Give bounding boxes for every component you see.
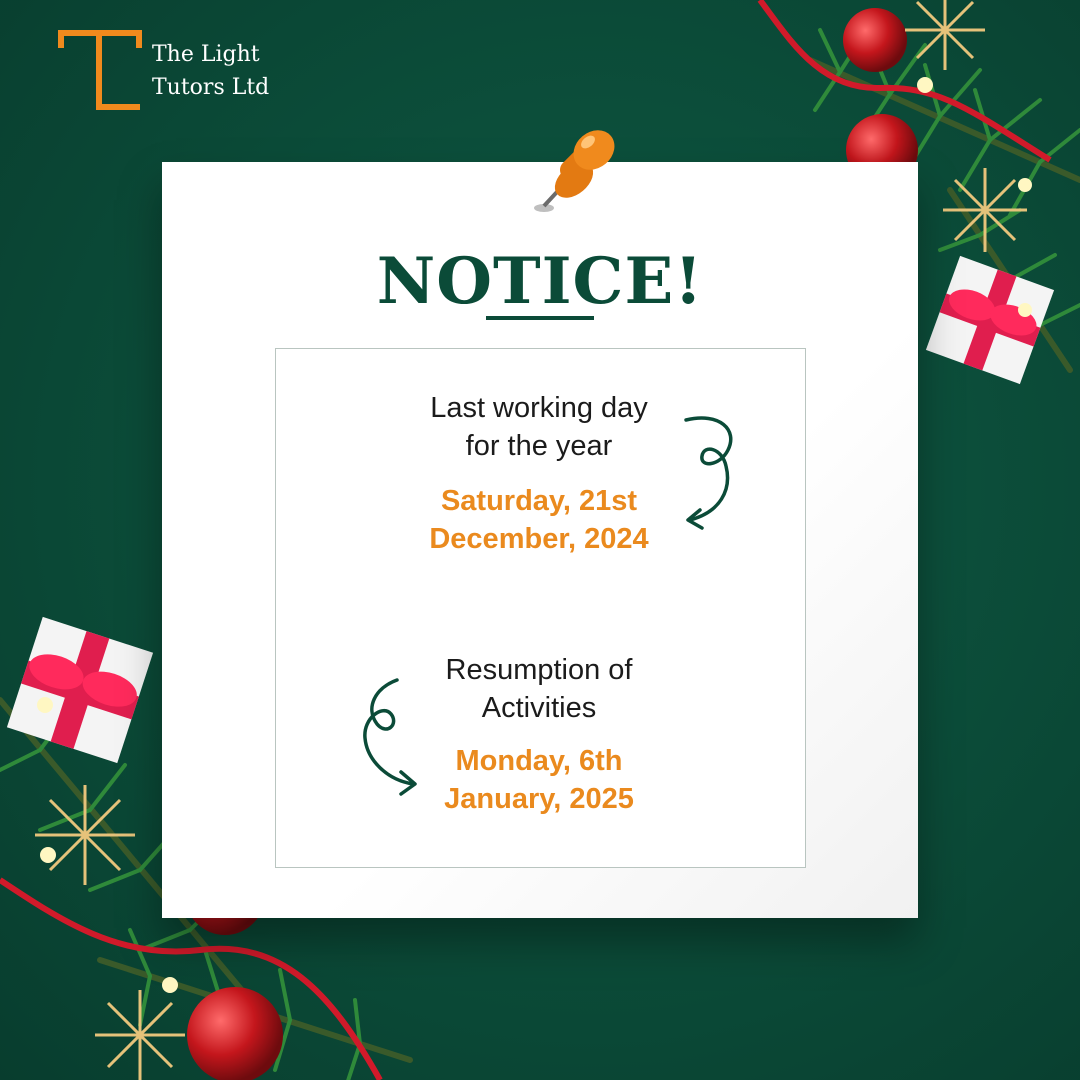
brand-name-line1: The Light (152, 42, 260, 67)
ornament-ball-icon (187, 987, 283, 1080)
ornament-ball-icon (843, 8, 907, 72)
brand-name: The Light Tutors Ltd (152, 38, 269, 104)
brand-name-line2: Tutors Ltd (152, 75, 270, 100)
brand-logo: The Light Tutors Ltd (56, 28, 316, 118)
curly-arrow-down-right-icon (363, 678, 417, 796)
title-underline (486, 316, 594, 320)
gift-box-icon (6, 616, 154, 764)
pushpin-icon (534, 130, 615, 212)
notice-title: NOTICE! (376, 244, 704, 319)
curly-arrow-down-left-icon (684, 416, 733, 530)
orange-t-logo-icon (58, 30, 142, 110)
snowflake-icon (905, 0, 1027, 252)
